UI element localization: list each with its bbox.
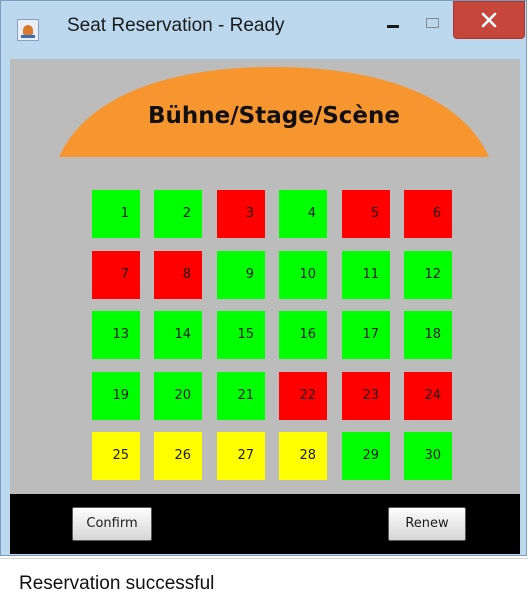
seat-26[interactable]: 26 xyxy=(154,432,202,480)
seat-4[interactable]: 4 xyxy=(279,190,327,238)
seat-13[interactable]: 13 xyxy=(92,311,140,359)
seat-28[interactable]: 28 xyxy=(279,432,327,480)
status-message: Reservation successful xyxy=(19,573,215,594)
seat-17[interactable]: 17 xyxy=(342,311,390,359)
seat-29[interactable]: 29 xyxy=(342,432,390,480)
seat-27[interactable]: 27 xyxy=(217,432,265,480)
seat-1[interactable]: 1 xyxy=(92,190,140,238)
title-bar[interactable]: Seat Reservation - Ready xyxy=(1,1,526,59)
seat-20[interactable]: 20 xyxy=(154,372,202,420)
button-bar: Confirm Renew xyxy=(10,494,520,554)
seat-18[interactable]: 18 xyxy=(404,311,452,359)
seat-22[interactable]: 22 xyxy=(279,372,327,420)
seat-9[interactable]: 9 xyxy=(217,251,265,299)
stage-area: Bühne/Stage/Scène xyxy=(59,67,489,157)
seat-3[interactable]: 3 xyxy=(217,190,265,238)
seat-8[interactable]: 8 xyxy=(154,251,202,299)
close-icon[interactable] xyxy=(453,1,525,39)
seat-12[interactable]: 12 xyxy=(404,251,452,299)
status-bar: Reservation successful xyxy=(0,558,528,600)
seat-14[interactable]: 14 xyxy=(154,311,202,359)
confirm-button[interactable]: Confirm xyxy=(72,507,152,541)
seat-2[interactable]: 2 xyxy=(154,190,202,238)
seat-10[interactable]: 10 xyxy=(279,251,327,299)
seat-5[interactable]: 5 xyxy=(342,190,390,238)
seat-7[interactable]: 7 xyxy=(92,251,140,299)
seat-24[interactable]: 24 xyxy=(404,372,452,420)
seat-15[interactable]: 15 xyxy=(217,311,265,359)
seat-25[interactable]: 25 xyxy=(92,432,140,480)
java-cup-icon[interactable] xyxy=(17,19,39,41)
maximize-icon[interactable] xyxy=(421,10,443,36)
seat-16[interactable]: 16 xyxy=(279,311,327,359)
minimize-icon[interactable] xyxy=(381,10,403,36)
seat-19[interactable]: 19 xyxy=(92,372,140,420)
seat-11[interactable]: 11 xyxy=(342,251,390,299)
stage-label: Bühne/Stage/Scène xyxy=(148,103,400,129)
seat-6[interactable]: 6 xyxy=(404,190,452,238)
seat-grid: 1 2 3 4 5 6 7 8 9 10 11 12 13 14 15 16 17 18 19 20 21 22 23 24 2… xyxy=(92,190,454,490)
renew-button[interactable]: Renew xyxy=(388,507,466,541)
seat-23[interactable]: 23 xyxy=(342,372,390,420)
window-title: Seat Reservation - Ready xyxy=(67,15,285,36)
content-pane: Bühne/Stage/Scène 1 2 3 4 5 6 7 8 9 10 11 12 13 14 15 1… xyxy=(10,59,520,554)
app-window: Seat Reservation - Ready Bühne/Stage/Scè… xyxy=(0,0,527,556)
seat-21[interactable]: 21 xyxy=(217,372,265,420)
seat-30[interactable]: 30 xyxy=(404,432,452,480)
